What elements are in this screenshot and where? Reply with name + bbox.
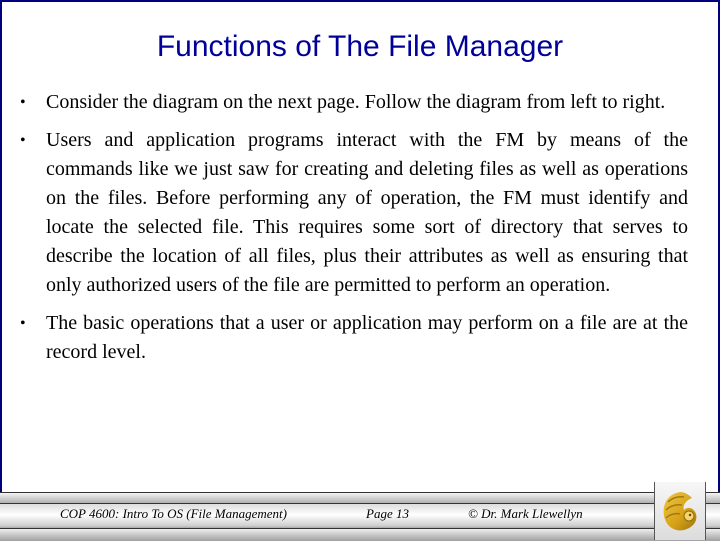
footer-bar: COP 4600: Intro To OS (File Management) …: [0, 492, 720, 541]
bullet-text: The basic operations that a user or appl…: [46, 312, 688, 363]
bullet-text: Users and application programs interact …: [46, 129, 688, 296]
bullet-icon: •: [20, 315, 26, 332]
footer-stripe-bottom: [0, 528, 720, 541]
logo-box: [654, 482, 706, 540]
footer-stripe-top: [0, 492, 720, 503]
bullet-text: Consider the diagram on the next page. F…: [46, 91, 666, 113]
bullet-icon: •: [20, 132, 26, 149]
pegasus-logo-icon: [663, 492, 697, 531]
footer-page-number: Page 13: [366, 506, 409, 521]
bullet-item: • Users and application programs interac…: [18, 126, 688, 300]
bullet-item: • Consider the diagram on the next page.…: [18, 88, 688, 117]
footer-course: COP 4600: Intro To OS (File Management): [60, 506, 287, 521]
bullet-icon: •: [20, 94, 26, 111]
footer-copyright: © Dr. Mark Llewellyn: [468, 506, 583, 521]
bullet-item: • The basic operations that a user or ap…: [18, 309, 688, 367]
slide: Functions of The File Manager • Consider…: [0, 0, 720, 541]
slide-title: Functions of The File Manager: [156, 30, 564, 63]
bullet-list: • Consider the diagram on the next page.…: [18, 88, 688, 376]
